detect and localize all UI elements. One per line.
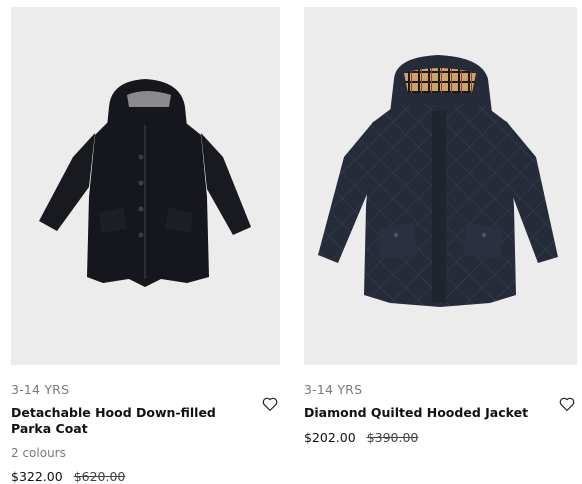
original-price: $390.00 <box>366 430 419 445</box>
sale-price: $202.00 <box>304 430 356 445</box>
product-card[interactable]: 3-14 YRS Detachable Hood Down-filled Par… <box>11 7 280 484</box>
heart-icon[interactable] <box>261 395 279 413</box>
product-grid: 3-14 YRS Detachable Hood Down-filled Par… <box>0 0 582 484</box>
age-range: 3-14 YRS <box>304 382 363 397</box>
product-name[interactable]: Diamond Quilted Hooded Jacket <box>304 405 544 421</box>
sale-price: $322.00 <box>11 469 63 484</box>
price-row: $202.00 $390.00 <box>304 430 577 445</box>
colour-count: 2 colours <box>11 446 66 460</box>
price-row: $322.00 $620.00 <box>11 469 280 484</box>
parka-coat-illustration <box>39 79 251 287</box>
product-image[interactable] <box>11 7 280 365</box>
age-range: 3-14 YRS <box>11 382 70 397</box>
original-price: $620.00 <box>73 469 126 484</box>
product-name[interactable]: Detachable Hood Down-filled Parka Coat <box>11 405 221 437</box>
product-card[interactable]: 3-14 YRS Diamond Quilted Hooded Jacket $… <box>304 7 577 445</box>
product-image[interactable] <box>304 7 577 365</box>
quilted-jacket-illustration <box>318 55 558 307</box>
heart-icon[interactable] <box>558 395 576 413</box>
